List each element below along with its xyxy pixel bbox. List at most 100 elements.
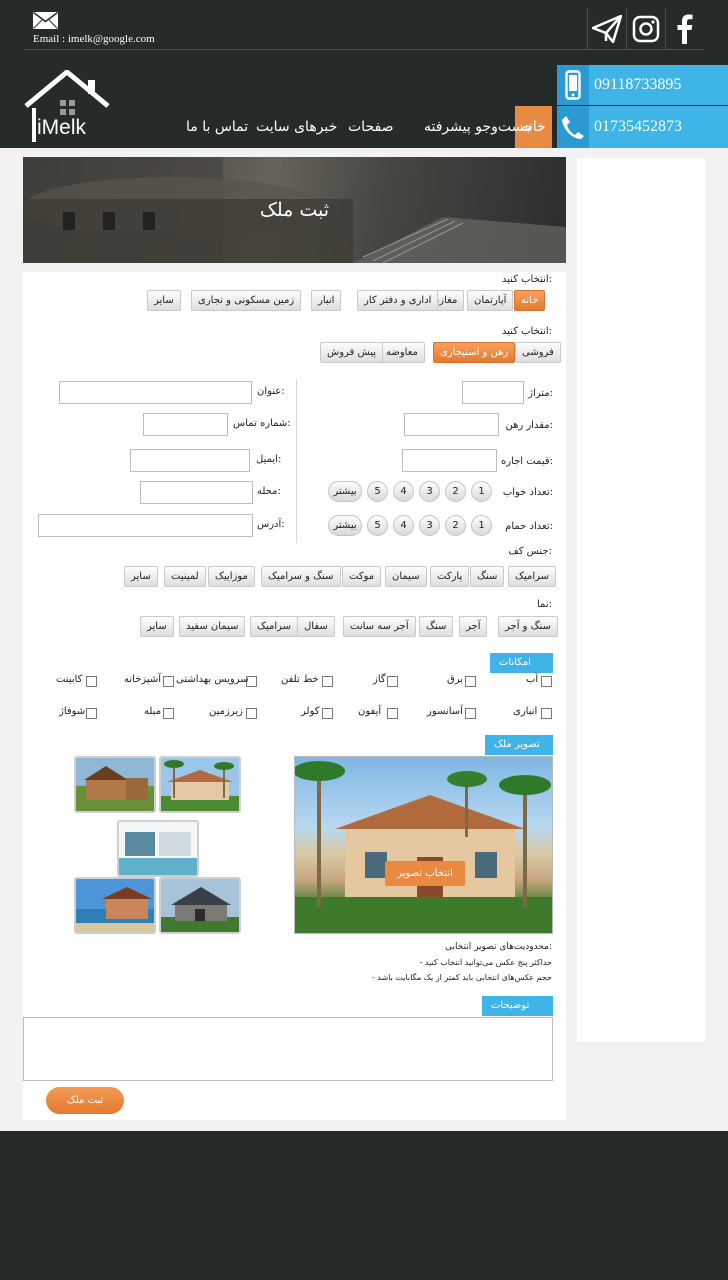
deal-type-label: انتخاب کنید: [501, 326, 552, 337]
deal-option-mortgage-rent[interactable]: رهن و استیجاری [433, 342, 516, 363]
amenity-gas-checkbox[interactable] [387, 676, 398, 687]
floor-option-parquet[interactable]: پارکت [430, 566, 470, 587]
bedrooms-more[interactable]: بیشتر [328, 481, 362, 502]
bedrooms-4[interactable]: 4 [393, 481, 414, 502]
rent-input[interactable] [402, 449, 497, 472]
facebook-link[interactable] [665, 8, 703, 50]
thumbnail-2-image [161, 758, 239, 811]
bathrooms-2[interactable]: 2 [445, 515, 466, 536]
phone-handset-icon [562, 116, 584, 139]
bathrooms-more[interactable]: بیشتر [328, 515, 362, 536]
amenity-furnished-checkbox[interactable] [163, 708, 174, 719]
column-divider [296, 379, 297, 543]
address-label: آدرس: [257, 519, 285, 530]
facade-option-brick-3cm[interactable]: آجر سه سانت [343, 616, 416, 637]
mobile-phone-icon [565, 70, 581, 100]
district-input[interactable] [140, 481, 253, 504]
floor-option-stone[interactable]: سنگ [470, 566, 505, 587]
floor-option-mosaic[interactable]: موزاییک [208, 566, 255, 587]
description-textarea[interactable] [23, 1017, 553, 1081]
main-property-photo[interactable] [294, 756, 553, 934]
thumbnail-1-image [76, 758, 154, 811]
bedrooms-3[interactable]: 3 [419, 481, 440, 502]
facade-option-ceramic[interactable]: سرامیک [250, 616, 298, 637]
bathrooms-3[interactable]: 3 [419, 515, 440, 536]
property-form: انتخاب کنید: خانه آپارتمان مغازه اداری و… [23, 272, 566, 1120]
amenity-water-checkbox[interactable] [541, 676, 552, 687]
amenity-phone-line-checkbox[interactable] [322, 676, 333, 687]
facade-option-stone-brick[interactable]: سنگ و آجر [498, 616, 559, 637]
amenity-water-label: آب [526, 674, 539, 685]
bathrooms-4[interactable]: 4 [393, 515, 414, 536]
facade-option-stone[interactable]: سنگ [419, 616, 454, 637]
bathrooms-1[interactable]: 1 [471, 515, 492, 536]
floor-option-laminate[interactable]: لمینیت [164, 566, 206, 587]
bedrooms-2[interactable]: 2 [445, 481, 466, 502]
amenity-heating-checkbox[interactable] [86, 708, 97, 719]
deal-option-sale[interactable]: فروشی [515, 342, 561, 363]
type-option-apartment[interactable]: آپارتمان [467, 290, 514, 311]
amenity-furnished-label: مبله [144, 706, 162, 717]
submit-button[interactable]: ثبت ملک [46, 1087, 124, 1114]
mobile-phone-bar[interactable]: 09118733895 [557, 65, 728, 105]
floor-option-other[interactable]: سایر [124, 566, 158, 587]
address-input[interactable] [38, 514, 253, 537]
amenity-elevator-checkbox[interactable] [465, 708, 476, 719]
floor-option-ceramic[interactable]: سرامیک [508, 566, 556, 587]
facade-option-brick[interactable]: آجر [459, 616, 488, 637]
amenity-cabinet-checkbox[interactable] [86, 676, 97, 687]
thumbnail-5[interactable] [159, 877, 241, 934]
page-banner: ثبت ملک [23, 157, 566, 263]
bedrooms-1[interactable]: 1 [471, 481, 492, 502]
thumbnail-4-image [76, 879, 154, 932]
type-option-house[interactable]: خانه [514, 290, 546, 311]
house-photo-image [295, 761, 552, 933]
contact-email[interactable]: Email : imelk@google.com [33, 33, 155, 45]
thumbnail-2[interactable] [159, 756, 241, 813]
bedrooms-5[interactable]: 5 [367, 481, 388, 502]
area-label: متراژ: [528, 388, 553, 399]
thumbnail-3[interactable] [117, 820, 199, 877]
facade-option-white-cement[interactable]: سیمان سفید [179, 616, 246, 637]
floor-option-carpet[interactable]: موکت [342, 566, 382, 587]
deal-option-presale[interactable]: پیش فروش [320, 342, 384, 363]
type-option-office[interactable]: اداری و دفتر کار [357, 290, 439, 311]
thumbnail-4[interactable] [74, 877, 156, 934]
description-title: توضیحات ملک [482, 996, 553, 1031]
amenity-cooler-checkbox[interactable] [322, 708, 333, 719]
type-option-warehouse[interactable]: انبار [311, 290, 342, 311]
property-type-label: انتخاب کنید: [501, 274, 552, 285]
instagram-link[interactable] [626, 8, 664, 50]
choose-photo-button[interactable]: انتخاب تصویر [385, 861, 465, 886]
nav-news[interactable]: خبرهای سایت [256, 106, 337, 148]
amenity-basement-checkbox[interactable] [246, 708, 257, 719]
area-input[interactable] [462, 381, 524, 404]
nav-pages[interactable]: صفحات [348, 106, 393, 148]
thumbnail-1[interactable] [74, 756, 156, 813]
nav-advanced-search[interactable]: جست‌وجو پیشرفته [424, 106, 533, 148]
district-label: محله: [257, 486, 281, 497]
amenity-basement-label: زیرزمین [209, 706, 243, 717]
type-option-other[interactable]: سایر [147, 290, 181, 311]
nav-contact[interactable]: تماس با ما [186, 106, 248, 148]
deal-option-exchange[interactable]: معاوضه [379, 342, 425, 363]
logo-text[interactable]: iMelk [37, 116, 86, 140]
type-option-land[interactable]: زمین مسکونی و تجاری [191, 290, 302, 311]
floor-option-cement[interactable]: سیمان [385, 566, 427, 587]
amenity-electricity-checkbox[interactable] [465, 676, 476, 687]
floor-option-stone-ceramic[interactable]: سنگ و سرامیک [261, 566, 341, 587]
amenity-intercom-checkbox[interactable] [387, 708, 398, 719]
title-input[interactable] [59, 381, 252, 404]
amenity-storage-checkbox[interactable] [541, 708, 552, 719]
email-input[interactable] [130, 449, 250, 472]
bathrooms-5[interactable]: 5 [367, 515, 388, 536]
phone-label: شماره تماس: [233, 418, 291, 429]
phone-input[interactable] [143, 413, 228, 436]
telegram-link[interactable] [587, 8, 625, 50]
title-label: عنوان: [257, 386, 285, 397]
amenity-kitchen-checkbox[interactable] [163, 676, 174, 687]
landline-phone-bar[interactable]: 01735452873 [557, 106, 728, 148]
facade-option-tile[interactable]: سفال [297, 616, 335, 637]
facade-option-other[interactable]: سایر [140, 616, 174, 637]
deposit-input[interactable] [404, 413, 499, 436]
